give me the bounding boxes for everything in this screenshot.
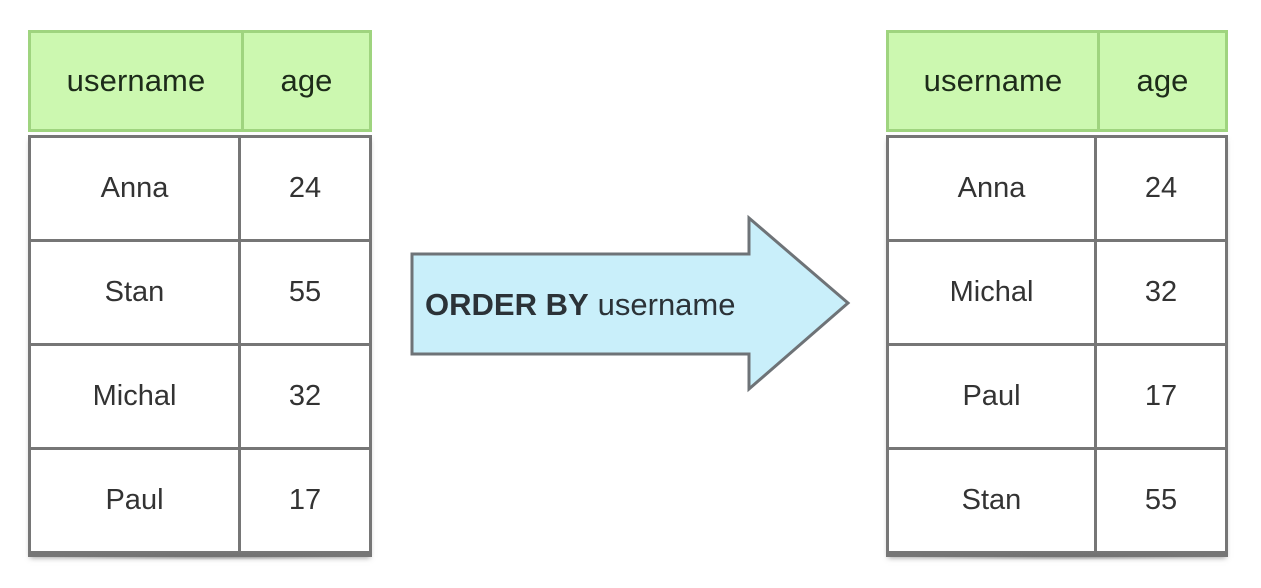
table-row: Michal 32 bbox=[889, 242, 1225, 346]
cell-age: 24 bbox=[288, 172, 322, 204]
order-by-argument: username bbox=[597, 287, 736, 322]
table-row: Paul 17 bbox=[889, 346, 1225, 450]
cell-age: 17 bbox=[1144, 380, 1178, 412]
order-by-label: ORDER BY username bbox=[425, 283, 805, 327]
source-table-header-row: username age bbox=[28, 30, 372, 132]
cell-username: Anna bbox=[889, 138, 1097, 239]
cell-username: Paul bbox=[889, 346, 1097, 447]
diagram-canvas: username age Anna 24 Stan 55 Michal 32 P… bbox=[0, 0, 1261, 588]
cell-age: 32 bbox=[1144, 276, 1178, 308]
cell-age: 55 bbox=[1144, 484, 1178, 516]
order-by-keyword: ORDER BY bbox=[425, 287, 589, 322]
cell-username: Anna bbox=[31, 138, 241, 239]
cell-username: Stan bbox=[889, 450, 1097, 551]
result-table: username age Anna 24 Michal 32 Paul 17 S… bbox=[886, 30, 1228, 560]
table-row: Anna 24 bbox=[31, 138, 369, 242]
table-row: Stan 55 bbox=[889, 450, 1225, 554]
result-header-age: age bbox=[1136, 63, 1189, 98]
cell-age: 24 bbox=[1144, 172, 1178, 204]
result-header-username: username bbox=[889, 33, 1100, 129]
cell-age: 32 bbox=[288, 380, 322, 412]
cell-username: Michal bbox=[889, 242, 1097, 343]
cell-age: 17 bbox=[288, 484, 322, 516]
source-table: username age Anna 24 Stan 55 Michal 32 P… bbox=[28, 30, 372, 560]
source-header-age: age bbox=[280, 63, 333, 98]
source-header-username: username bbox=[31, 33, 244, 129]
cell-username: Paul bbox=[31, 450, 241, 551]
table-row: Stan 55 bbox=[31, 242, 369, 346]
result-table-body: Anna 24 Michal 32 Paul 17 Stan 55 bbox=[886, 135, 1228, 560]
source-table-body: Anna 24 Stan 55 Michal 32 Paul 17 bbox=[28, 135, 372, 560]
result-table-header-row: username age bbox=[886, 30, 1228, 132]
cell-username: Michal bbox=[31, 346, 241, 447]
cell-username: Stan bbox=[31, 242, 241, 343]
cell-age: 55 bbox=[288, 276, 322, 308]
table-row: Paul 17 bbox=[31, 450, 369, 554]
table-row: Anna 24 bbox=[889, 138, 1225, 242]
table-row: Michal 32 bbox=[31, 346, 369, 450]
